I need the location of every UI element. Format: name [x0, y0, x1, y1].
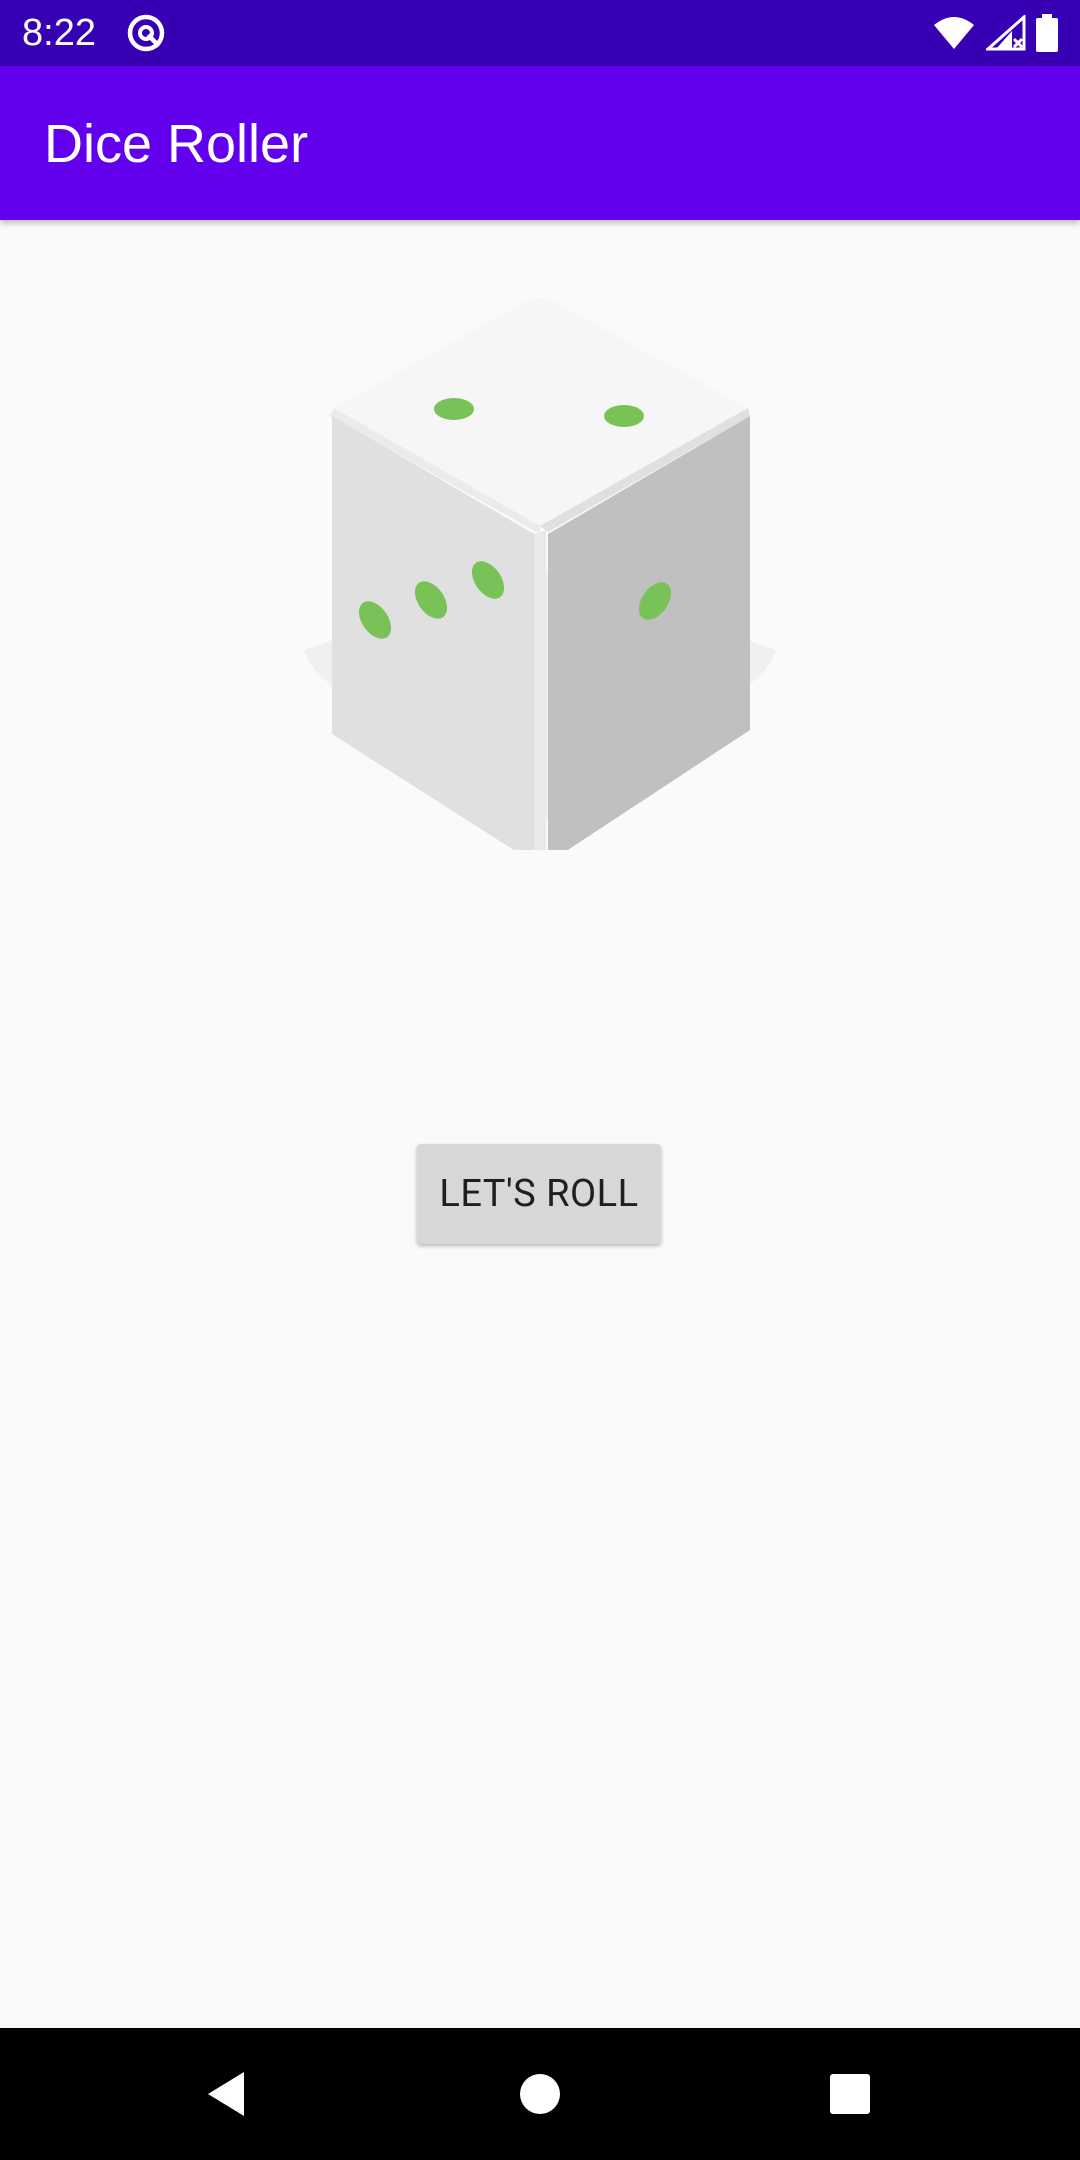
status-bar: 8:22 — [0, 0, 1080, 66]
app-bar: Dice Roller — [0, 66, 1080, 220]
status-icons — [932, 12, 1058, 54]
back-icon — [208, 2072, 244, 2116]
assistant-icon — [127, 14, 165, 52]
home-icon — [520, 2074, 560, 2114]
app-title: Dice Roller — [44, 114, 309, 174]
dice-3-icon — [304, 298, 776, 850]
navigation-bar — [0, 2028, 1080, 2160]
status-time: 8:22 — [22, 12, 96, 54]
battery-icon — [1036, 14, 1058, 52]
wifi-icon — [934, 17, 974, 49]
nav-recents-button[interactable] — [770, 2028, 930, 2160]
lets-roll-button[interactable]: LET'S ROLL — [417, 1144, 661, 1244]
main-content: LET'S ROLL — [0, 220, 1080, 2028]
nav-home-button[interactable] — [460, 2028, 620, 2160]
cellular-signal-icon — [986, 15, 1026, 51]
nav-back-button[interactable] — [146, 2028, 306, 2160]
recents-icon — [830, 2074, 870, 2114]
